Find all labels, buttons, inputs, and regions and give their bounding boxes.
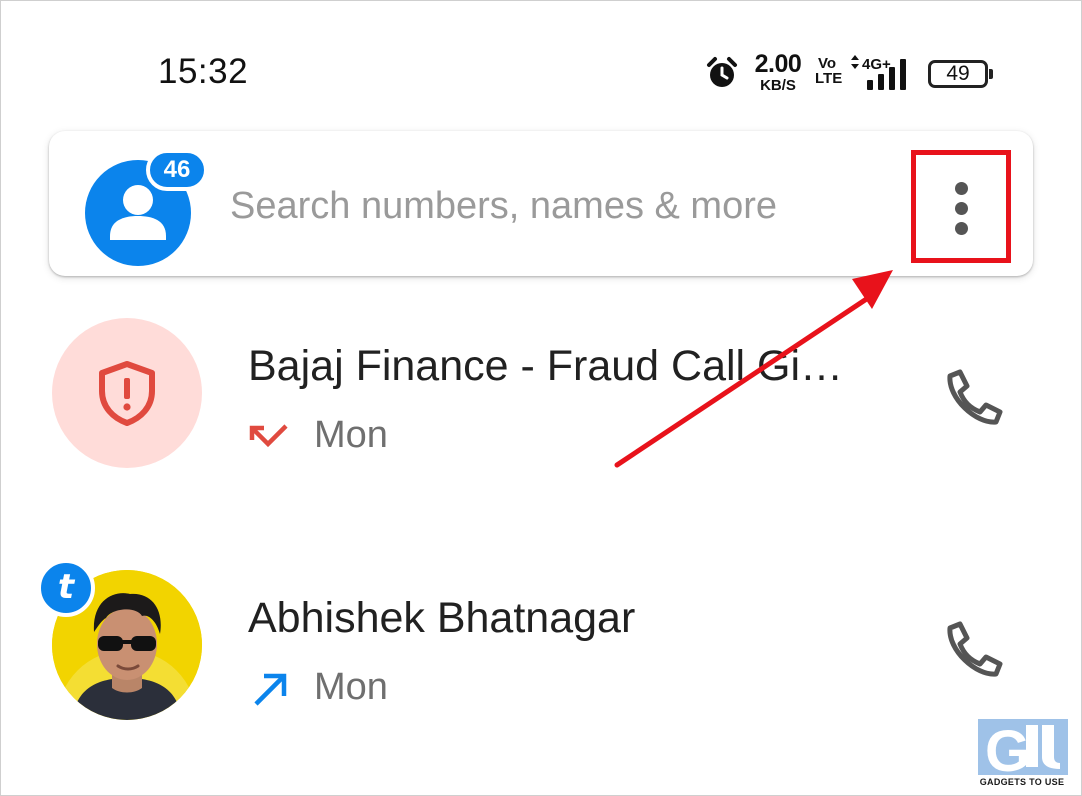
search-input[interactable]: Search numbers, names & more	[230, 185, 777, 228]
volte-indicator: Vo LTE	[815, 55, 843, 87]
more-vert-icon	[955, 182, 968, 195]
network-speed-value: 2.00	[754, 50, 802, 78]
call-log-item[interactable]: Bajaj Finance - Fraud Call Gi… Mon	[0, 310, 1082, 510]
watermark-text: GADGETS TO USE	[979, 777, 1065, 787]
more-options-button[interactable]	[911, 149, 1011, 265]
watermark-logo-letter: G	[985, 719, 1030, 777]
network-speed-unit: KB/S	[760, 77, 796, 94]
alarm-icon	[707, 57, 737, 87]
shield-alert-icon	[99, 361, 155, 426]
status-time: 15:32	[158, 52, 249, 91]
call-time: Mon	[314, 414, 388, 456]
phone-icon[interactable]	[936, 616, 1008, 688]
notification-count-badge: 46	[146, 149, 208, 191]
call-time: Mon	[314, 666, 388, 708]
search-bar[interactable]: 46 Search numbers, names & more	[49, 131, 1033, 276]
more-vert-icon-dot	[955, 202, 968, 215]
signal-icon: 4G+	[851, 55, 906, 90]
spam-avatar	[52, 318, 202, 468]
contact-name: Abhishek Bhatnagar	[248, 594, 636, 642]
volte-bottom: LTE	[815, 70, 843, 87]
network-type-label: 4G+	[862, 56, 891, 73]
phone-icon[interactable]	[936, 364, 1008, 436]
call-log-item[interactable]: t Abhishek Bhatnagar Mon	[0, 559, 1082, 762]
outgoing-call-icon	[254, 673, 287, 706]
truecaller-badge: t	[37, 559, 95, 617]
contact-name: Bajaj Finance - Fraud Call Gi…	[248, 342, 844, 390]
network-speed: 2.00 KB/S	[749, 50, 807, 94]
more-vert-icon-dot	[955, 222, 968, 235]
battery-icon: 49	[928, 60, 993, 88]
missed-call-icon	[249, 424, 288, 448]
watermark-logo: G GADGETS TO USE	[968, 717, 1076, 793]
watermark-logo-mark: G	[978, 719, 1068, 784]
volte-top: Vo	[817, 55, 837, 72]
